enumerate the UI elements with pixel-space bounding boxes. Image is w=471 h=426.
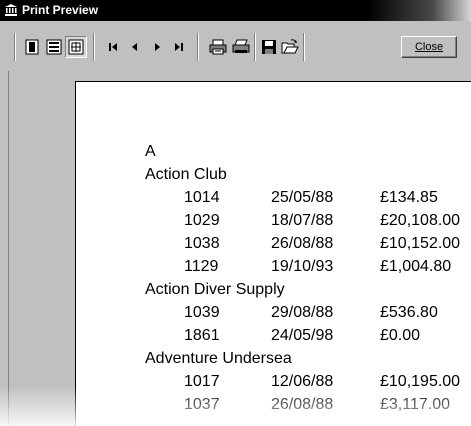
order-id: 1014 — [184, 189, 220, 206]
save-button[interactable] — [258, 36, 280, 58]
order-amount: £10,152.00 — [380, 235, 461, 252]
print-setup-icon — [209, 39, 227, 55]
toolbar-separator — [303, 33, 305, 61]
order-amount: £1,004.80 — [380, 258, 452, 275]
toolbar: Close — [0, 21, 471, 71]
order-id: 1129 — [184, 258, 219, 275]
title-bar[interactable]: Print Preview — [0, 0, 471, 21]
print-preview-window: Print Preview Close A Action Club 1014 2… — [0, 0, 471, 426]
order-amount: £0.00 — [380, 327, 421, 344]
order-id: 1038 — [184, 235, 220, 252]
close-button[interactable]: Close — [401, 36, 457, 58]
first-page-icon — [109, 43, 117, 51]
toolbar-separator — [254, 33, 256, 61]
order-id: 1017 — [184, 373, 220, 390]
order-date: 24/05/98 — [271, 327, 334, 344]
preview-area[interactable]: A Action Club 1014 25/05/88 £134.85 1029… — [0, 71, 471, 426]
order-date: 29/08/88 — [271, 304, 334, 321]
customer-name: Adventure Undersea — [145, 350, 292, 367]
open-icon — [281, 39, 299, 54]
order-id: 1029 — [184, 212, 220, 229]
two-page-button[interactable] — [43, 36, 65, 58]
two-page-icon — [46, 39, 62, 55]
print-setup-button[interactable] — [207, 36, 229, 58]
last-page-icon — [175, 43, 183, 51]
customer-name: Action Club — [145, 166, 227, 183]
print-button[interactable] — [230, 36, 252, 58]
toolbar-separator — [93, 33, 95, 61]
order-amount: £10,195.00 — [380, 373, 461, 390]
order-date: 19/10/93 — [271, 258, 334, 275]
order-date: 25/05/88 — [271, 189, 334, 206]
order-amount: £536.80 — [380, 304, 438, 321]
zoom-fit-button[interactable] — [65, 36, 87, 58]
bank-icon — [4, 3, 18, 17]
order-id: 1039 — [184, 304, 220, 321]
order-id: 1037 — [184, 396, 220, 413]
report-page: A Action Club 1014 25/05/88 £134.85 1029… — [75, 81, 471, 426]
order-date: 26/08/88 — [271, 235, 334, 252]
next-page-icon — [155, 43, 160, 51]
order-id: 1861 — [184, 327, 220, 344]
order-amount: £3,117.00 — [380, 396, 450, 413]
save-icon — [262, 40, 276, 54]
preview-gutter — [0, 71, 9, 426]
order-date: 12/06/88 — [271, 373, 334, 390]
one-page-button[interactable] — [21, 36, 43, 58]
last-page-button[interactable] — [168, 36, 190, 58]
close-button-label: Close — [414, 41, 444, 53]
order-date: 18/07/88 — [271, 212, 334, 229]
print-icon — [232, 39, 250, 53]
first-page-button[interactable] — [102, 36, 124, 58]
toolbar-separator — [14, 33, 16, 61]
open-button[interactable] — [279, 36, 301, 58]
next-page-button[interactable] — [146, 36, 168, 58]
previous-page-icon — [132, 43, 137, 51]
order-amount: £134.85 — [380, 189, 438, 206]
previous-page-button[interactable] — [124, 36, 146, 58]
order-amount: £20,108.00 — [380, 212, 461, 229]
zoom-fit-icon — [68, 39, 84, 55]
customer-name: Action Diver Supply — [145, 281, 285, 298]
window-title: Print Preview — [22, 3, 99, 17]
toolbar-separator — [197, 33, 199, 61]
order-date: 26/08/88 — [271, 396, 334, 413]
one-page-icon — [25, 39, 39, 55]
group-letter: A — [145, 143, 156, 160]
